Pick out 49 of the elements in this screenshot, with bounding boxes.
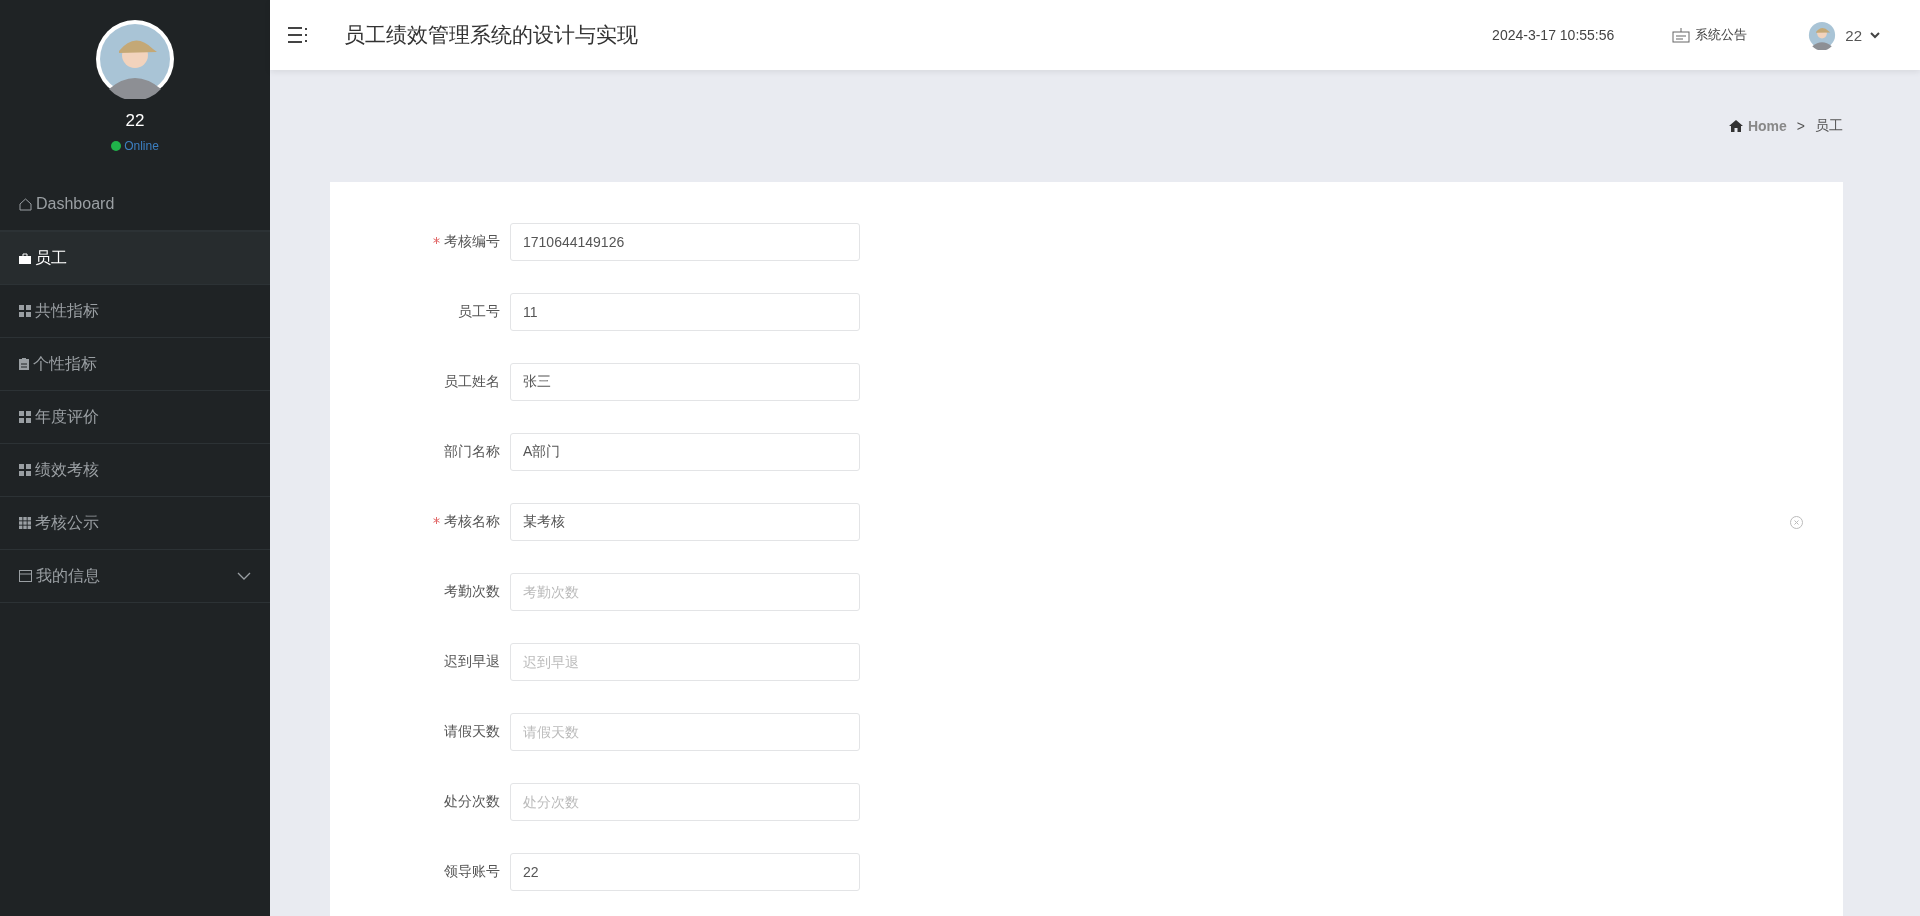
field-label: 处分次数	[444, 793, 500, 811]
input-field[interactable]: 22	[510, 853, 860, 891]
status-dot	[111, 141, 122, 151]
home-icon	[19, 197, 32, 211]
home-icon	[1728, 120, 1743, 132]
status-text: Online	[124, 139, 159, 153]
sidebar-item[interactable]: 年度评价	[0, 391, 270, 444]
field-label: 考核编号	[444, 233, 500, 251]
sidebar-item[interactable]: 绩效考核	[0, 444, 270, 497]
window-icon	[19, 570, 32, 582]
date-time: 2024-3-17 10:55:56	[1492, 27, 1615, 43]
user-menu[interactable]: 22	[1807, 20, 1880, 50]
app-title: 员工绩效管理系统的设计与实现	[344, 22, 638, 48]
input-field[interactable]: 张三	[510, 363, 860, 401]
chevron-down-icon	[1870, 31, 1880, 39]
field-label: 考勤次数	[444, 583, 500, 601]
clipboard-icon	[19, 358, 29, 370]
sidebar-item[interactable]: 员工	[0, 231, 270, 285]
grid-icon	[19, 411, 31, 423]
input-field[interactable]: 处分次数	[510, 783, 860, 821]
sidebar-item[interactable]: 我的信息	[0, 550, 270, 603]
input-field[interactable]: A部门	[510, 433, 860, 471]
menu-icon[interactable]	[288, 26, 308, 44]
grid-icon	[19, 517, 31, 529]
grid-icon	[19, 464, 31, 476]
sidebar-item[interactable]: 个性指标	[0, 338, 270, 391]
notice-link[interactable]: 系统公告	[1672, 26, 1748, 44]
field-label: 员工号	[458, 303, 500, 321]
breadcrumb-separator: >	[1796, 118, 1805, 134]
input-field[interactable]: 考勤次数	[510, 573, 860, 611]
user-avatar	[1807, 20, 1838, 50]
field-label: 考核名称	[444, 513, 500, 531]
breadcrumb-current: 员工	[1815, 117, 1843, 135]
field-label: 领导账号	[444, 863, 500, 881]
input-field[interactable]: 11	[510, 293, 860, 331]
user-name: 22	[125, 111, 145, 131]
sidebar-item[interactable]: 共性指标	[0, 285, 270, 338]
field-label: 员工姓名	[444, 373, 500, 391]
field-label: 请假天数	[444, 723, 500, 741]
input-field[interactable]: 迟到早退	[510, 643, 860, 681]
field-label: 迟到早退	[444, 653, 500, 671]
grid-icon	[19, 305, 31, 317]
sidebar-item[interactable]: 考核公示	[0, 497, 270, 550]
input-field[interactable]: 某考核	[510, 503, 860, 541]
input-field[interactable]: 请假天数	[510, 713, 860, 751]
briefcase-icon	[19, 252, 31, 264]
signboard-icon	[1672, 27, 1691, 43]
input-field[interactable]: 1710644149126	[510, 223, 860, 261]
field-label: 部门名称	[444, 443, 500, 461]
